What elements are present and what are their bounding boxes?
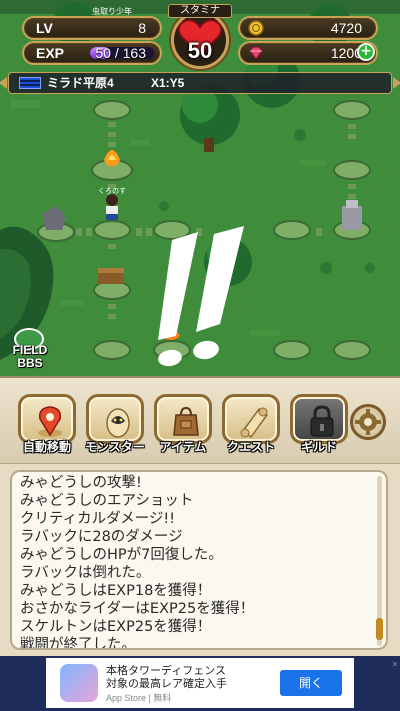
log-line: おさかなライダーはEXP25を獲得！ [20,601,255,617]
level-label: LV [36,20,53,36]
field-flag-icon [19,77,41,89]
menu-label: クエスト [226,440,275,454]
exp-label: EXP [36,45,65,61]
settings-button[interactable] [350,404,386,440]
battle-log[interactable]: みゃどうしの攻撃! みゃどうしのエアショット クリティカルダメージ!! ラバック… [10,470,388,650]
gear-icon [355,409,381,435]
item-button[interactable]: アイテム [154,394,212,454]
bottom-panel: 自動移動 モンスター アイテム クエスト ギルド みゃどうしの攻撃! みゃどうし… [0,376,400,656]
menu-button-frame [86,394,144,444]
buy-gems-button[interactable]: + [357,43,375,61]
ad-content[interactable]: 本格タワーディフェンス 対象の最高レア確定入手 App Store | 無料 開… [46,658,398,708]
menu-bar: 自動移動 モンスター アイテム クエスト ギルド [0,378,400,464]
field-coordinates: X1:Y5 [151,76,185,90]
auto-move-button[interactable]: 自動移動 [18,394,76,454]
coin-value: 4720 [330,20,362,36]
ad-subtitle: 対象の最高レア確定入手 [106,678,227,690]
monster-egg-icon [106,408,130,438]
log-scrollbar-thumb[interactable] [376,618,383,640]
log-line: みゃどうしの攻撃! [20,475,142,491]
level-display: LV 8 [22,16,162,40]
ad-store-label: App Store | 無料 [106,693,172,703]
monster-button[interactable]: モンスター [85,394,145,454]
exp-display: EXP 50 / 163 [22,41,162,65]
stamina-value: 50 [187,38,213,63]
menu-button-frame [18,394,76,444]
field-bbs-button[interactable]: FIELD BBS [8,328,52,376]
ad-open-button[interactable]: 開く [280,670,342,696]
log-line: スケルトンはEXP25を獲得！ [20,619,212,635]
gem-icon [249,46,263,60]
ad-close-icon[interactable]: ✕ [390,660,400,670]
scroll-icon [240,407,269,439]
lock-icon [310,405,334,437]
menu-label: モンスター [85,440,145,454]
menu-label: 自動移動 [22,440,71,454]
prev-field-arrow-icon[interactable] [0,77,7,89]
battle-log-lines: みゃどうしの攻撃! みゃどうしのエアショット クリティカルダメージ!! ラバック… [20,474,370,650]
log-line: 戦闘が終了した。 [20,637,136,650]
bbs-label-line2: BBS [17,356,43,370]
menu-label: ギルド [300,440,337,454]
menu-label: アイテム [159,440,207,454]
field-info-bar: ミラド平原4 X1:Y5 [0,72,400,94]
quest-button[interactable]: クエスト [222,394,280,454]
log-line: ラバックは倒れた。 [20,565,151,581]
coin-display: 4720 [238,16,378,40]
level-value: 8 [138,20,146,36]
log-line: みゃどうしはEXP18を獲得！ [20,583,212,599]
stamina-label: スタミナ [168,4,232,18]
ad-app-icon [60,664,98,702]
menu-button-frame [290,394,348,444]
bag-icon [173,406,199,436]
menu-button-frame [154,394,212,444]
coin-icon [248,20,264,36]
exp-value: 50 / 163 [95,45,146,61]
field-name: ミラド平原4 [47,76,114,90]
menu-button-frame [222,394,280,444]
log-line: クリティカルダメージ!! [20,511,176,527]
log-line: みゃどうしのHPが7回復した。 [20,547,223,563]
log-line: ラバックに28のダメージ [20,529,183,545]
log-line: みゃどうしのエアショット [20,493,194,509]
map-pin-icon [38,406,62,437]
ad-banner[interactable]: 本格タワーディフェンス 対象の最高レア確定入手 App Store | 無料 開… [0,656,400,711]
guild-button[interactable]: ギルド [290,394,348,454]
character-name-label: くろのす [98,188,126,195]
next-field-arrow-icon[interactable] [393,77,400,89]
